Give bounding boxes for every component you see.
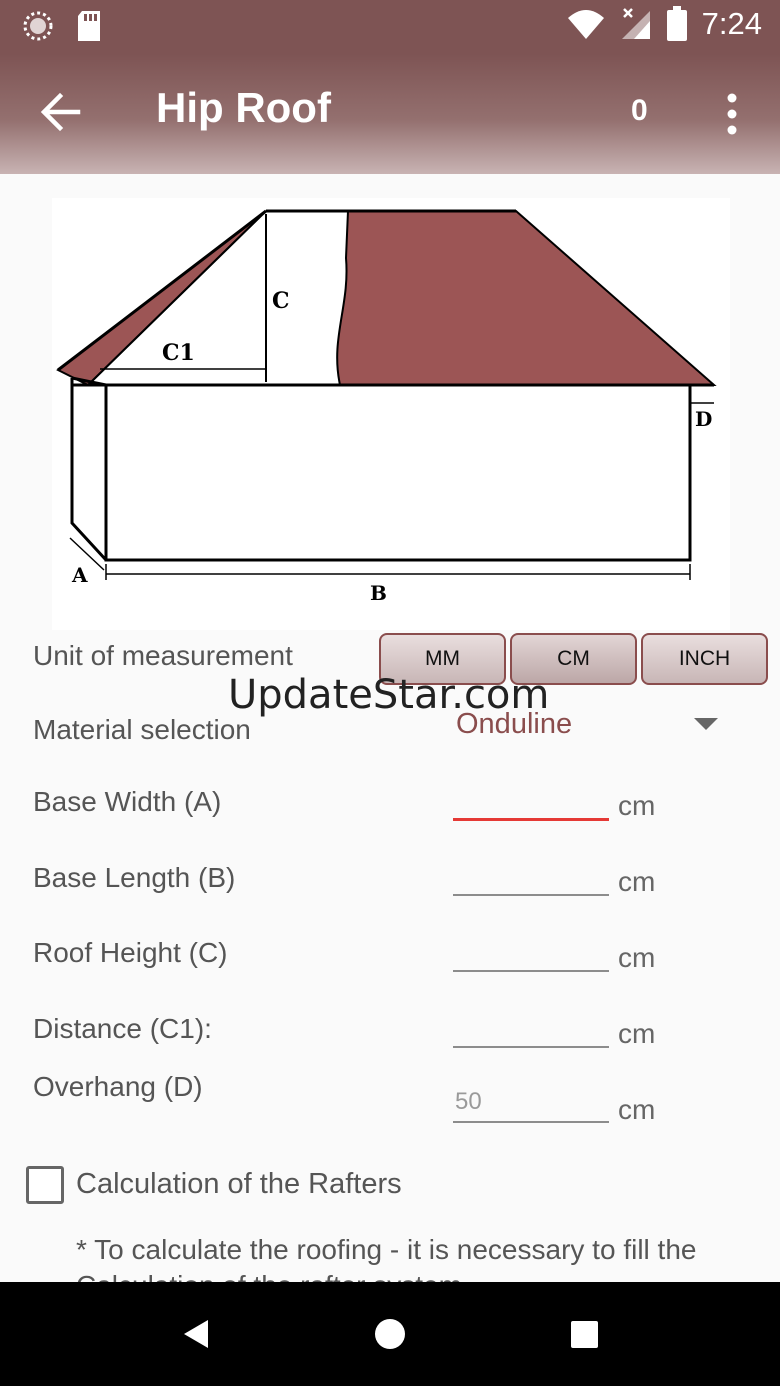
status-bar: 7:24 [0, 0, 780, 54]
nav-home-icon[interactable] [375, 1319, 405, 1349]
distance-label: Distance (C1): [33, 1013, 212, 1044]
roof-height-label: Roof Height (C) [33, 937, 228, 968]
nav-back-icon[interactable] [182, 1318, 210, 1350]
wifi-icon [567, 10, 604, 39]
material-label: Material selection [33, 714, 251, 745]
loading-circle-icon [23, 11, 53, 41]
base-width-input[interactable] [453, 781, 609, 821]
overhang-label: Overhang (D) [33, 1071, 203, 1102]
count-badge[interactable]: 0 [631, 94, 648, 128]
roof-diagram: C C1 D A B [52, 198, 730, 630]
diagram-label-c1: C1 [162, 340, 195, 366]
sd-card-icon [78, 11, 100, 41]
base-length-input[interactable] [453, 856, 609, 896]
dropdown-arrow-icon[interactable] [694, 718, 718, 730]
base-width-label: Base Width (A) [33, 786, 222, 817]
rafters-checkbox-label[interactable]: Calculation of the Rafters [76, 1168, 402, 1201]
base-length-label: Base Length (B) [33, 862, 236, 893]
navigation-bar [0, 1282, 780, 1386]
roof-height-input[interactable] [453, 932, 609, 972]
diagram-label-c: C [272, 288, 290, 314]
signal-icon [621, 8, 650, 39]
diagram-label-a: A [71, 563, 88, 587]
overhang-unit: cm [618, 1094, 656, 1125]
status-time: 7:24 [701, 6, 762, 41]
roof-height-unit: cm [618, 942, 656, 973]
diagram-label-b: B [370, 581, 387, 605]
roofing-note: * To calculate the roofing - it is neces… [76, 1234, 697, 1282]
unit-inch-button[interactable]: INCH [641, 633, 768, 685]
back-arrow-icon[interactable] [38, 90, 82, 134]
watermark: UpdateStar.com [228, 672, 550, 718]
diagram-label-d: D [695, 407, 712, 431]
unit-label: Unit of measurement [33, 640, 293, 671]
nav-recents-icon[interactable] [571, 1321, 598, 1348]
battery-icon [666, 6, 687, 41]
base-width-unit: cm [618, 790, 656, 821]
overhang-input[interactable] [453, 1083, 609, 1123]
distance-unit: cm [618, 1018, 656, 1049]
base-length-unit: cm [618, 866, 656, 897]
app-bar: Hip Roof 0 [0, 54, 780, 174]
distance-input[interactable] [453, 1008, 609, 1048]
more-vert-icon[interactable] [718, 92, 746, 136]
rafters-checkbox[interactable] [26, 1166, 64, 1204]
page-title: Hip Roof [156, 84, 331, 131]
